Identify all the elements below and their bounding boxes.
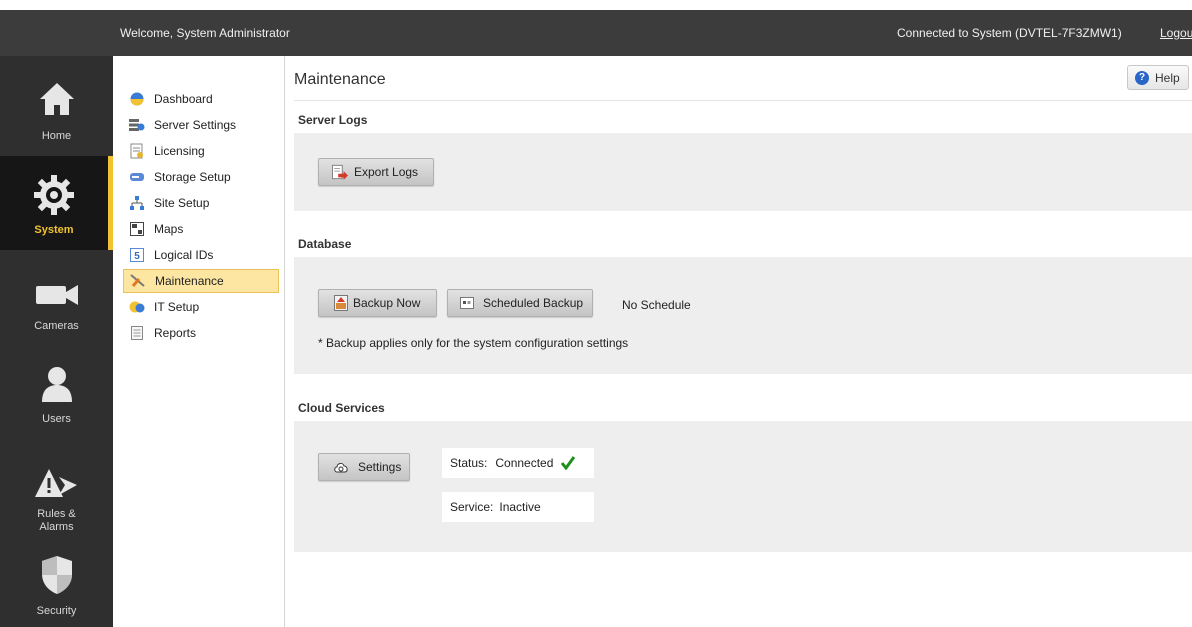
schedule-status: No Schedule bbox=[622, 298, 691, 312]
cloud-gear-icon bbox=[333, 459, 349, 475]
sidebar-item-server-settings[interactable]: Server Settings bbox=[123, 113, 279, 137]
cloud-settings-button[interactable]: Settings bbox=[318, 453, 410, 481]
connection-status: Connected to System (DVTEL-7F3ZMW1) bbox=[897, 26, 1122, 40]
sidebar-item-maintenance[interactable]: Maintenance bbox=[123, 269, 279, 293]
logical-ids-icon: 5 bbox=[129, 247, 145, 263]
page-title: Maintenance bbox=[294, 71, 386, 88]
backup-now-label: Backup Now bbox=[353, 296, 421, 310]
service-label: Service: bbox=[450, 500, 494, 514]
status-label: Status: bbox=[450, 456, 488, 470]
sidebar-item-label: Dashboard bbox=[154, 92, 213, 106]
cloud-status-box: Status: Connected bbox=[442, 448, 594, 478]
nav-rules-alarms-label: Rules & Alarms bbox=[37, 508, 76, 533]
sidebar-item-logical-ids[interactable]: 5 Logical IDs bbox=[123, 243, 279, 267]
scheduled-backup-button[interactable]: Scheduled Backup bbox=[447, 289, 593, 317]
help-icon: ? bbox=[1135, 70, 1149, 85]
nav-home[interactable]: Home bbox=[0, 56, 113, 148]
cloud-services-panel: Settings Status: Connected Service: Inac… bbox=[294, 421, 1192, 552]
nav-users-label: Users bbox=[42, 413, 71, 425]
nav-system[interactable]: System bbox=[0, 156, 113, 250]
sidebar-item-label: Site Setup bbox=[154, 196, 210, 210]
main-nav: Home System Cameras Users Rules & Alarms… bbox=[0, 56, 113, 627]
maps-icon bbox=[129, 221, 145, 237]
nav-users[interactable]: Users bbox=[0, 351, 113, 443]
sidebar-item-label: IT Setup bbox=[154, 300, 200, 314]
sidebar-item-label: Reports bbox=[154, 326, 197, 340]
service-value: Inactive bbox=[499, 500, 541, 514]
sidebar-item-it-setup[interactable]: IT Setup bbox=[123, 295, 279, 319]
sidebar-item-label: Maps bbox=[154, 222, 184, 236]
sidebar-item-label: Logical IDs bbox=[154, 248, 214, 262]
nav-security-label: Security bbox=[36, 605, 77, 617]
export-logs-button[interactable]: Export Logs bbox=[318, 158, 434, 186]
main-content: Maintenance ? Help Server Logs Export Lo… bbox=[286, 56, 1192, 627]
nav-cameras-label: Cameras bbox=[34, 320, 79, 332]
export-icon bbox=[332, 164, 348, 180]
database-heading: Database bbox=[298, 237, 352, 251]
alarm-icon bbox=[0, 462, 113, 504]
reports-icon bbox=[129, 325, 145, 341]
server-logs-heading: Server Logs bbox=[298, 113, 368, 127]
welcome-text: Welcome, System Administrator bbox=[120, 26, 290, 40]
cloud-settings-label: Settings bbox=[358, 460, 402, 474]
top-bar: Welcome, System Administrator Connected … bbox=[0, 10, 1192, 56]
nav-rules-alarms[interactable]: Rules & Alarms bbox=[0, 446, 113, 546]
checkmark-icon bbox=[561, 456, 576, 470]
sidebar-item-reports[interactable]: Reports bbox=[123, 321, 279, 345]
shield-icon bbox=[0, 554, 113, 596]
sidebar-item-dashboard[interactable]: Dashboard bbox=[123, 87, 279, 111]
sidebar-item-site-setup[interactable]: Site Setup bbox=[123, 191, 279, 215]
sidebar-item-label: Storage Setup bbox=[154, 170, 231, 184]
gear-icon bbox=[0, 174, 108, 216]
export-logs-label: Export Logs bbox=[354, 165, 419, 179]
svg-text:5: 5 bbox=[134, 251, 140, 262]
nav-system-label: System bbox=[34, 224, 74, 236]
database-panel: Backup Now Scheduled Backup No Schedule … bbox=[294, 257, 1192, 374]
status-value: Connected bbox=[495, 456, 554, 470]
site-icon bbox=[129, 195, 145, 211]
backup-icon bbox=[333, 295, 349, 311]
camera-icon bbox=[0, 274, 113, 316]
licensing-icon bbox=[129, 143, 145, 159]
dashboard-icon bbox=[129, 91, 145, 107]
server-settings-icon bbox=[129, 117, 145, 133]
sidebar-item-maps[interactable]: Maps bbox=[123, 217, 279, 241]
user-icon bbox=[0, 363, 113, 405]
storage-icon bbox=[129, 169, 145, 185]
scheduled-backup-label: Scheduled Backup bbox=[483, 296, 584, 310]
nav-cameras[interactable]: Cameras bbox=[0, 256, 113, 348]
cloud-services-heading: Cloud Services bbox=[298, 401, 385, 415]
schedule-icon bbox=[459, 295, 475, 311]
server-logs-panel: Export Logs bbox=[294, 133, 1192, 211]
help-button[interactable]: ? Help bbox=[1127, 65, 1189, 90]
logout-link[interactable]: Logout bbox=[1160, 26, 1192, 40]
nav-security[interactable]: Security bbox=[0, 546, 113, 627]
cloud-service-box: Service: Inactive bbox=[442, 492, 594, 522]
home-icon bbox=[0, 78, 113, 120]
backup-now-button[interactable]: Backup Now bbox=[318, 289, 437, 317]
help-label: Help bbox=[1155, 70, 1180, 85]
sidebar-item-label: Server Settings bbox=[154, 118, 237, 132]
backup-note: * Backup applies only for the system con… bbox=[318, 336, 629, 350]
sidebar-item-storage-setup[interactable]: Storage Setup bbox=[123, 165, 279, 189]
nav-home-label: Home bbox=[41, 130, 72, 142]
sidebar-item-licensing[interactable]: Licensing bbox=[123, 139, 279, 163]
sidebar-item-label: Maintenance bbox=[155, 274, 224, 288]
it-setup-icon bbox=[129, 299, 145, 315]
maintenance-icon bbox=[130, 273, 146, 289]
system-sidebar: Dashboard Server Settings Licensing Stor… bbox=[113, 56, 285, 627]
title-divider bbox=[294, 100, 1192, 101]
sidebar-item-label: Licensing bbox=[154, 144, 205, 158]
